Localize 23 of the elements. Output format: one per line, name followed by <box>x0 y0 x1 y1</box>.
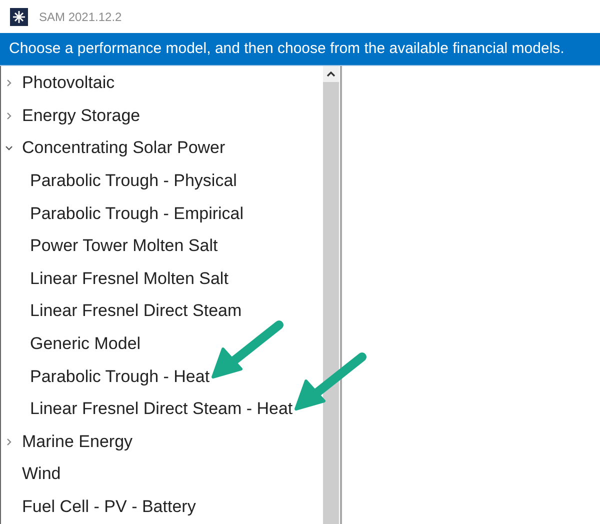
tree-item[interactable]: Concentrating Solar Power <box>22 138 226 158</box>
app-logo-icon <box>10 8 28 26</box>
scroll-up-icon[interactable] <box>323 66 339 82</box>
tree-item[interactable]: Linear Fresnel Molten Salt <box>30 268 228 288</box>
tree-item[interactable]: Linear Fresnel Direct Steam <box>30 301 242 320</box>
window-title: SAM 2021.12.2 <box>39 10 122 24</box>
tree-item[interactable]: Wind <box>22 464 61 484</box>
tree-item[interactable]: Generic Model <box>30 334 141 354</box>
chevron-right-icon[interactable] <box>5 112 13 120</box>
tree-item[interactable]: Parabolic Trough - Empirical <box>30 204 244 223</box>
tree-item[interactable]: Photovoltaic <box>22 73 115 94</box>
tree-item[interactable]: Marine Energy <box>22 432 133 452</box>
tree-item[interactable]: Parabolic Trough - Physical <box>30 171 237 190</box>
tree-item[interactable]: Power Tower Molten Salt <box>30 236 218 256</box>
tree-item[interactable]: Fuel Cell - PV - Battery <box>22 497 196 518</box>
chevron-down-icon[interactable] <box>5 144 13 152</box>
tree-item[interactable]: Energy Storage <box>22 106 140 126</box>
tree-item[interactable]: Parabolic Trough - Heat <box>30 366 210 386</box>
instruction-banner: Choose a performance model, and then choose from the available financial models. <box>0 33 600 66</box>
tree-item[interactable]: Linear Fresnel Direct Steam - Heat <box>30 399 293 418</box>
chevron-right-icon[interactable] <box>5 438 13 446</box>
scrollbar-thumb[interactable] <box>323 82 339 524</box>
chevron-right-icon[interactable] <box>5 79 13 88</box>
